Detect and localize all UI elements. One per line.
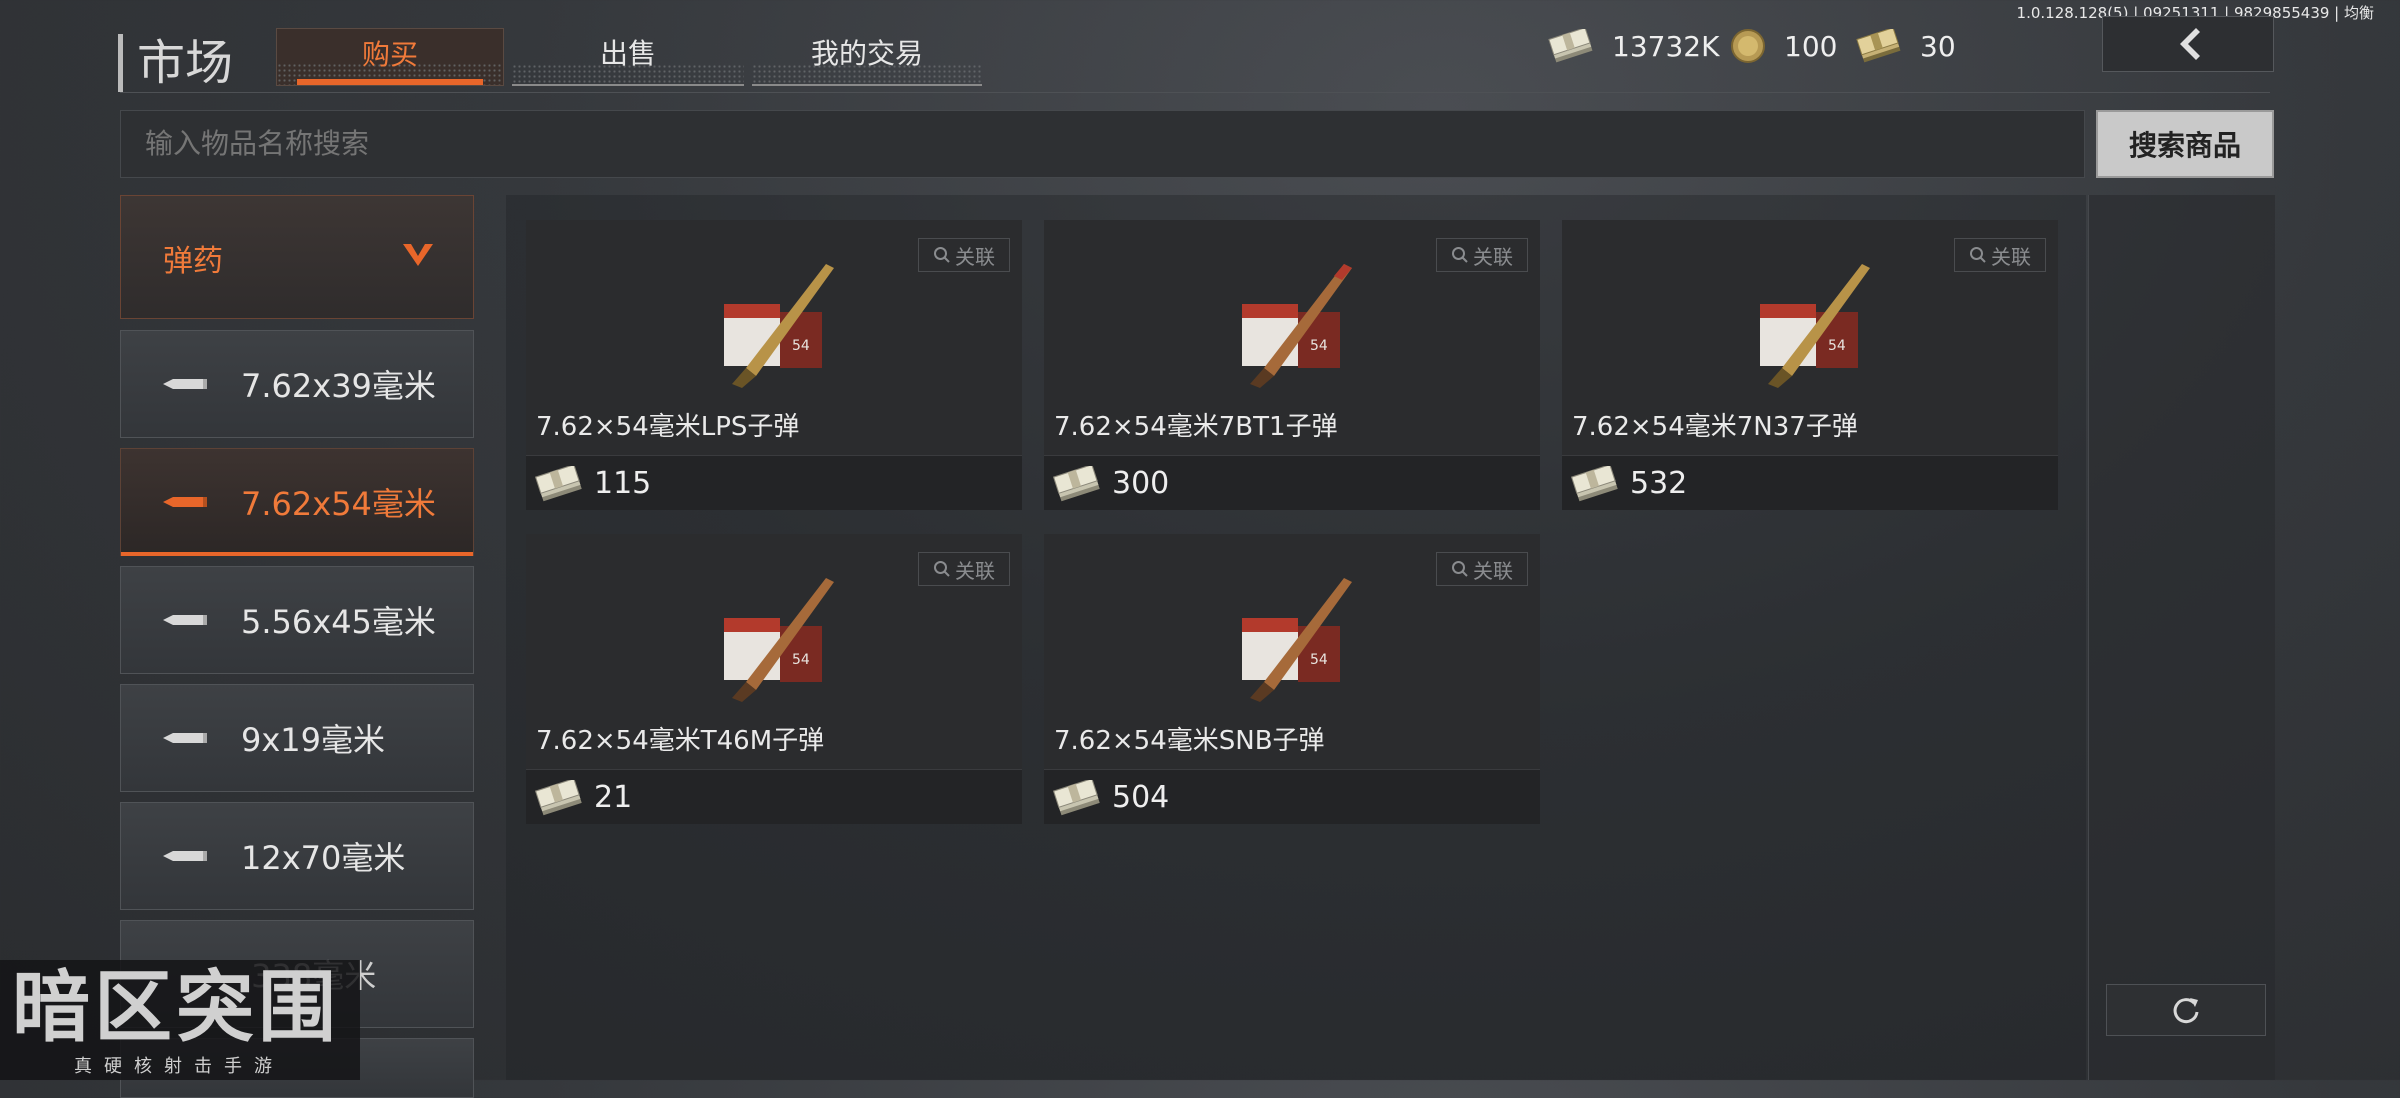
- chevron-left-icon: [2180, 28, 2200, 60]
- product-name: 7.62×54毫米T46M子弹: [536, 726, 825, 756]
- bullet-icon: [163, 733, 207, 743]
- product-price: 504: [1112, 780, 1170, 815]
- price-bar: 21: [526, 769, 1022, 824]
- tab-buy-label: 购买: [361, 38, 418, 71]
- search-icon: [1970, 247, 1986, 263]
- product-price: 300: [1112, 466, 1170, 501]
- sidebar-item-9x19[interactable]: 9x19毫米: [120, 684, 474, 792]
- svg-text:54: 54: [1310, 338, 1328, 354]
- sidebar-item-label: 7.62x39毫米: [241, 367, 436, 405]
- category-label: 弹药: [163, 244, 223, 279]
- search-input[interactable]: [120, 110, 2085, 178]
- back-button[interactable]: [2102, 16, 2274, 72]
- category-dropdown[interactable]: 弹药: [120, 195, 474, 319]
- related-label: 关联: [1473, 558, 1513, 583]
- product-card[interactable]: 关联 54 7.62×54毫米LPS子弹 115: [526, 220, 1022, 510]
- cash-bundle-icon: [1052, 466, 1100, 502]
- ammo-box-icon: 54: [1242, 578, 1352, 702]
- product-card[interactable]: 关联 54 7.62×54毫米7BT1子弹 300: [1044, 220, 1540, 510]
- currency-cash: 13732K: [1548, 24, 1719, 68]
- related-label: 关联: [1473, 244, 1513, 269]
- product-card[interactable]: 关联 54 7.62×54毫米T46M子弹 21: [526, 534, 1022, 824]
- product-name: 7.62×54毫米7BT1子弹: [1054, 412, 1338, 442]
- bullet-icon: [163, 851, 207, 861]
- sidebar-item-label: 7.62x54毫米: [241, 485, 436, 523]
- product-price: 21: [594, 780, 633, 815]
- currency-voucher: 30: [1856, 24, 1956, 68]
- product-price: 532: [1630, 466, 1688, 501]
- sidebar-item-762x54[interactable]: 7.62x54毫米: [120, 448, 474, 556]
- bullet-icon: [163, 379, 207, 389]
- cash-bundle-icon: [1548, 29, 1593, 63]
- price-bar: 300: [1044, 455, 1540, 510]
- logo-subtitle: 真硬核射击手游: [74, 1056, 284, 1077]
- cash-bundle-icon: [1570, 466, 1618, 502]
- price-bar: 115: [526, 455, 1022, 510]
- currency-coin-value: 100: [1784, 29, 1838, 63]
- cash-bundle-icon: [534, 466, 582, 502]
- logo-title: 暗区突围: [12, 963, 341, 1053]
- gold-coin-icon: [1731, 29, 1765, 63]
- product-name: 7.62×54毫米LPS子弹: [536, 412, 800, 442]
- bullet-icon: [163, 615, 207, 625]
- tab-my-trades[interactable]: 我的交易: [752, 28, 982, 86]
- ammo-box-icon: 54: [1760, 264, 1870, 388]
- refresh-button[interactable]: [2106, 984, 2266, 1036]
- related-button[interactable]: 关联: [1436, 238, 1528, 272]
- refresh-icon: [2173, 998, 2199, 1024]
- currency-voucher-value: 30: [1920, 29, 1956, 63]
- tab-buy[interactable]: 购买: [276, 28, 504, 86]
- related-button[interactable]: 关联: [918, 552, 1010, 586]
- product-name: 7.62×54毫米7N37子弹: [1572, 412, 1858, 442]
- related-button[interactable]: 关联: [918, 238, 1010, 272]
- sidebar-item-556x45[interactable]: 5.56x45毫米: [120, 566, 474, 674]
- search-icon: [1452, 561, 1468, 577]
- related-label: 关联: [955, 558, 995, 583]
- price-bar: 532: [1562, 455, 2058, 510]
- related-button[interactable]: 关联: [1436, 552, 1528, 586]
- product-card[interactable]: 关联 54 7.62×54毫米SNB子弹 504: [1044, 534, 1540, 824]
- cash-bundle-icon: [1052, 780, 1100, 816]
- bullet-icon: [163, 497, 207, 507]
- currency-cash-value: 13732K: [1612, 29, 1720, 63]
- related-button[interactable]: 关联: [1954, 238, 2046, 272]
- related-label: 关联: [1991, 244, 2031, 269]
- svg-text:54: 54: [1310, 652, 1328, 668]
- sidebar-item-label: 5.56x45毫米: [241, 603, 436, 641]
- ammo-box-icon: 54: [724, 264, 834, 388]
- tab-my-trades-label: 我的交易: [810, 37, 923, 70]
- sidebar-item-label: 12x70毫米: [241, 839, 406, 877]
- svg-text:54: 54: [1828, 338, 1846, 354]
- ammo-box-icon: 54: [1242, 264, 1352, 388]
- search-button[interactable]: 搜索商品: [2096, 110, 2274, 178]
- header-divider: [120, 92, 2270, 93]
- chevron-down-icon: [403, 244, 433, 266]
- svg-text:54: 54: [792, 652, 810, 668]
- product-name: 7.62×54毫米SNB子弹: [1054, 726, 1325, 756]
- currency-coin: 100: [1730, 24, 1837, 68]
- game-logo: 暗区突围 真硬核射击手游: [0, 960, 360, 1080]
- svg-text:54: 54: [792, 338, 810, 354]
- tab-sell[interactable]: 出售: [512, 28, 744, 86]
- product-price: 115: [594, 466, 652, 501]
- voucher-bundle-icon: [1856, 29, 1901, 63]
- search-icon: [934, 247, 950, 263]
- sidebar-item-12x70[interactable]: 12x70毫米: [120, 802, 474, 910]
- product-card[interactable]: 关联 54 7.62×54毫米7N37子弹 532: [1562, 220, 2058, 510]
- side-panel: [2088, 195, 2275, 1080]
- page-title: 市场: [118, 34, 233, 92]
- price-bar: 504: [1044, 769, 1540, 824]
- cash-bundle-icon: [534, 780, 582, 816]
- tab-sell-label: 出售: [599, 37, 656, 70]
- sidebar-item-762x39[interactable]: 7.62x39毫米: [120, 330, 474, 438]
- search-icon: [1452, 247, 1468, 263]
- search-icon: [934, 561, 950, 577]
- ammo-box-icon: 54: [724, 578, 834, 702]
- related-label: 关联: [955, 244, 995, 269]
- sidebar-item-label: 9x19毫米: [241, 721, 386, 759]
